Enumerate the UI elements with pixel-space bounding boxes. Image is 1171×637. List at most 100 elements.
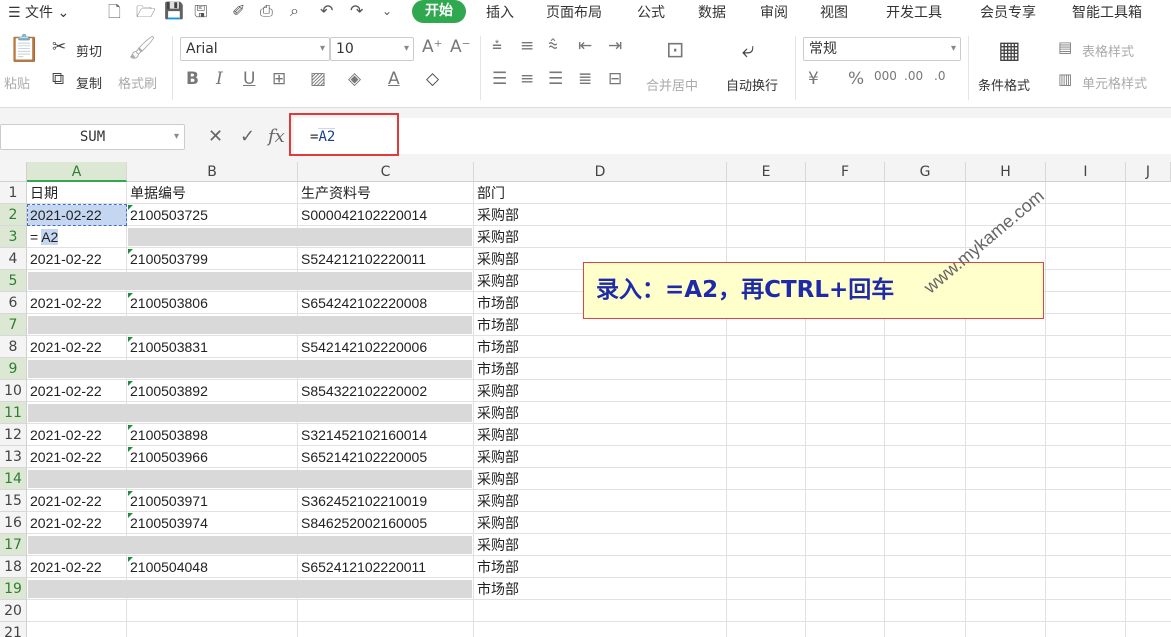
align-left-icon[interactable]: ☰ — [492, 69, 507, 89]
font-color-icon[interactable]: A — [388, 69, 400, 89]
tab-page-layout[interactable]: 页面布局 — [546, 2, 602, 22]
cell-c2[interactable]: S000042102220014 — [298, 204, 474, 226]
chevron-down-icon[interactable]: ⌄ — [382, 4, 392, 18]
row-header-21[interactable]: 21 — [0, 622, 27, 637]
paste-icon[interactable]: 📋 — [8, 34, 40, 64]
align-middle-icon[interactable]: ≡ — [520, 36, 534, 56]
cell-d19[interactable]: 市场部 — [474, 578, 727, 600]
cell-b1[interactable]: 单据编号 — [127, 182, 298, 204]
cell-d8[interactable]: 市场部 — [474, 336, 727, 358]
cell-d2[interactable]: 采购部 — [474, 204, 727, 226]
copy-icon[interactable]: ⧉ — [52, 69, 64, 89]
cell-b2[interactable]: 2100503725 — [127, 204, 298, 226]
cell-d15[interactable]: 采购部 — [474, 490, 727, 512]
row-header-11[interactable]: 11 — [0, 402, 27, 424]
col-header-a[interactable]: A — [27, 162, 127, 182]
format-brush-icon[interactable]: ✐ — [232, 1, 245, 20]
indent-increase-icon[interactable]: ⇥ — [608, 36, 622, 56]
cell-c10[interactable]: S854322102220002 — [298, 380, 474, 402]
fx-icon[interactable]: fx — [268, 126, 285, 147]
cell-c16[interactable]: S846252002160005 — [298, 512, 474, 534]
italic-icon[interactable]: I — [216, 69, 223, 89]
cell-c13[interactable]: S652142102220005 — [298, 446, 474, 468]
cell-c18[interactable]: S652412102220011 — [298, 556, 474, 578]
cell-a4[interactable]: 2021-02-22 — [27, 248, 127, 270]
tab-start[interactable]: 开始 — [412, 0, 466, 23]
align-bottom-icon[interactable]: ⩯ — [548, 36, 558, 56]
row-header-17[interactable]: 17 — [0, 534, 27, 556]
cell-a2[interactable]: 2021-02-22 — [27, 204, 127, 226]
tab-developer[interactable]: 开发工具 — [886, 2, 942, 22]
cell-b13[interactable]: 2100503966 — [127, 446, 298, 468]
number-format-select[interactable]: 常规 ▾ — [803, 37, 961, 61]
font-size-select[interactable]: 10 ▾ — [330, 37, 414, 61]
decrease-decimal-icon[interactable]: .0 — [934, 69, 945, 83]
scissors-icon[interactable]: ✂ — [52, 37, 66, 57]
row-header-18[interactable]: 18 — [0, 556, 27, 578]
cell-c15[interactable]: S362452102210019 — [298, 490, 474, 512]
conditional-format-button[interactable]: 条件格式 — [978, 75, 1030, 94]
tab-formulas[interactable]: 公式 — [637, 2, 665, 22]
align-right-icon[interactable]: ☰ — [548, 69, 563, 89]
cell-d3[interactable]: 采购部 — [474, 226, 727, 248]
cut-button[interactable]: 剪切 — [76, 41, 102, 60]
save-icon[interactable]: 💾 — [164, 1, 184, 20]
cell-c8[interactable]: S542142102220006 — [298, 336, 474, 358]
tab-smart-tools[interactable]: 智能工具箱 — [1072, 2, 1142, 22]
cell-d12[interactable]: 采购部 — [474, 424, 727, 446]
distribute-icon[interactable]: ⊟ — [608, 69, 622, 89]
row-header-7[interactable]: 7 — [0, 314, 27, 336]
indent-decrease-icon[interactable]: ⇤ — [578, 36, 592, 56]
row-header-5[interactable]: 5 — [0, 270, 27, 292]
bold-icon[interactable]: B — [186, 69, 199, 89]
tab-view[interactable]: 视图 — [820, 2, 848, 22]
editing-cell-a3[interactable]: = A2 — [27, 226, 127, 248]
justify-icon[interactable]: ≣ — [578, 69, 592, 89]
cell-b18[interactable]: 2100504048 — [127, 556, 298, 578]
border-icon[interactable]: ⊞ — [272, 69, 286, 89]
cell-a6[interactable]: 2021-02-22 — [27, 292, 127, 314]
tab-insert[interactable]: 插入 — [486, 2, 514, 22]
cell-a1[interactable]: 日期 — [27, 182, 127, 204]
cell-b4[interactable]: 2100503799 — [127, 248, 298, 270]
cell-b10[interactable]: 2100503892 — [127, 380, 298, 402]
tab-member[interactable]: 会员专享 — [980, 2, 1036, 22]
align-top-icon[interactable]: ⩮ — [492, 36, 502, 56]
row-header-4[interactable]: 4 — [0, 248, 27, 270]
cell-style-button[interactable]: 单元格样式 — [1082, 73, 1147, 92]
cell-a12[interactable]: 2021-02-22 — [27, 424, 127, 446]
wrap-text-icon[interactable]: ⤶ — [742, 38, 754, 63]
row-header-3[interactable]: 3 — [0, 226, 27, 248]
select-all-corner[interactable] — [0, 162, 27, 182]
eraser-icon[interactable]: ◇ — [426, 69, 439, 89]
cell-style-icon[interactable]: ▥ — [1058, 70, 1072, 88]
row-header-1[interactable]: 1 — [0, 182, 27, 204]
cell-c4[interactable]: S524212102220011 — [298, 248, 474, 270]
row-header-20[interactable]: 20 — [0, 600, 27, 622]
col-header-i[interactable]: I — [1046, 162, 1126, 182]
cell-c1[interactable]: 生产资料号 — [298, 182, 474, 204]
cell-b6[interactable]: 2100503806 — [127, 292, 298, 314]
cell-a10[interactable]: 2021-02-22 — [27, 380, 127, 402]
print-icon[interactable]: ⎙ — [260, 1, 273, 21]
cell-d18[interactable]: 市场部 — [474, 556, 727, 578]
cell-d1[interactable]: 部门 — [474, 182, 727, 204]
tab-review[interactable]: 审阅 — [760, 2, 788, 22]
row-header-10[interactable]: 10 — [0, 380, 27, 402]
col-header-b[interactable]: B — [127, 162, 298, 182]
format-painter-button[interactable]: 格式刷 — [118, 73, 157, 92]
cancel-icon[interactable]: ✕ — [208, 126, 223, 147]
fill-pattern-icon[interactable]: ▨ — [310, 69, 326, 89]
increase-decimal-icon[interactable]: .00 — [904, 69, 923, 83]
font-name-select[interactable]: Arial ▾ — [180, 37, 330, 61]
formula-input[interactable] — [294, 118, 1171, 154]
table-style-icon[interactable]: ▤ — [1058, 38, 1072, 56]
file-menu[interactable]: ☰ 文件 ⌄ — [8, 2, 69, 22]
cell-b16[interactable]: 2100503974 — [127, 512, 298, 534]
cell-d10[interactable]: 采购部 — [474, 380, 727, 402]
underline-icon[interactable]: U — [243, 69, 255, 89]
cell-b8[interactable]: 2100503831 — [127, 336, 298, 358]
col-header-g[interactable]: G — [885, 162, 966, 182]
row-header-2[interactable]: 2 — [0, 204, 27, 226]
cell-d13[interactable]: 采购部 — [474, 446, 727, 468]
